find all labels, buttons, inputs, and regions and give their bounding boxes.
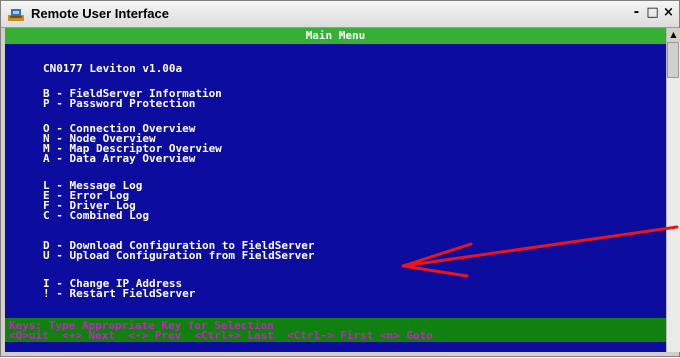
window-controls: - □ × — [628, 5, 676, 21]
menu-item-data-array-overview[interactable]: A - Data Array Overview — [43, 153, 195, 164]
minimize-button[interactable]: - — [629, 5, 644, 21]
menu-item-restart-fieldserver[interactable]: ! - Restart FieldServer — [43, 288, 195, 299]
scroll-thumb[interactable] — [667, 42, 679, 78]
maximize-button[interactable]: □ — [645, 5, 660, 21]
menu-item-upload-configuration[interactable]: U - Upload Configuration from FieldServe… — [43, 250, 315, 261]
scroll-up-arrow-icon[interactable]: ▲ — [667, 28, 680, 42]
close-button[interactable]: × — [661, 5, 676, 21]
keys-help-bar: Keys: Type Appropriate Key for Selection… — [5, 318, 666, 342]
terminal-screen[interactable]: Main Menu CN0177 Leviton v1.00a B - Fiel… — [5, 28, 666, 352]
device-version: CN0177 Leviton v1.00a — [43, 62, 183, 75]
menu-item-combined-log[interactable]: C - Combined Log — [43, 210, 149, 221]
menu-item-password-protection[interactable]: P - Password Protection — [43, 98, 195, 109]
window-title: Remote User Interface — [31, 6, 169, 21]
menu-header: Main Menu — [5, 28, 666, 44]
app-icon — [8, 9, 24, 21]
title-bar[interactable]: Remote User Interface - □ × — [1, 1, 679, 28]
remote-ui-window: Remote User Interface - □ × Main Menu CN… — [0, 0, 680, 357]
keys-help-line-2: <Q>uit <+> Next <-> Prev <Ctrl+> Last <C… — [9, 329, 433, 342]
vertical-scrollbar[interactable]: ▲ — [666, 28, 680, 352]
